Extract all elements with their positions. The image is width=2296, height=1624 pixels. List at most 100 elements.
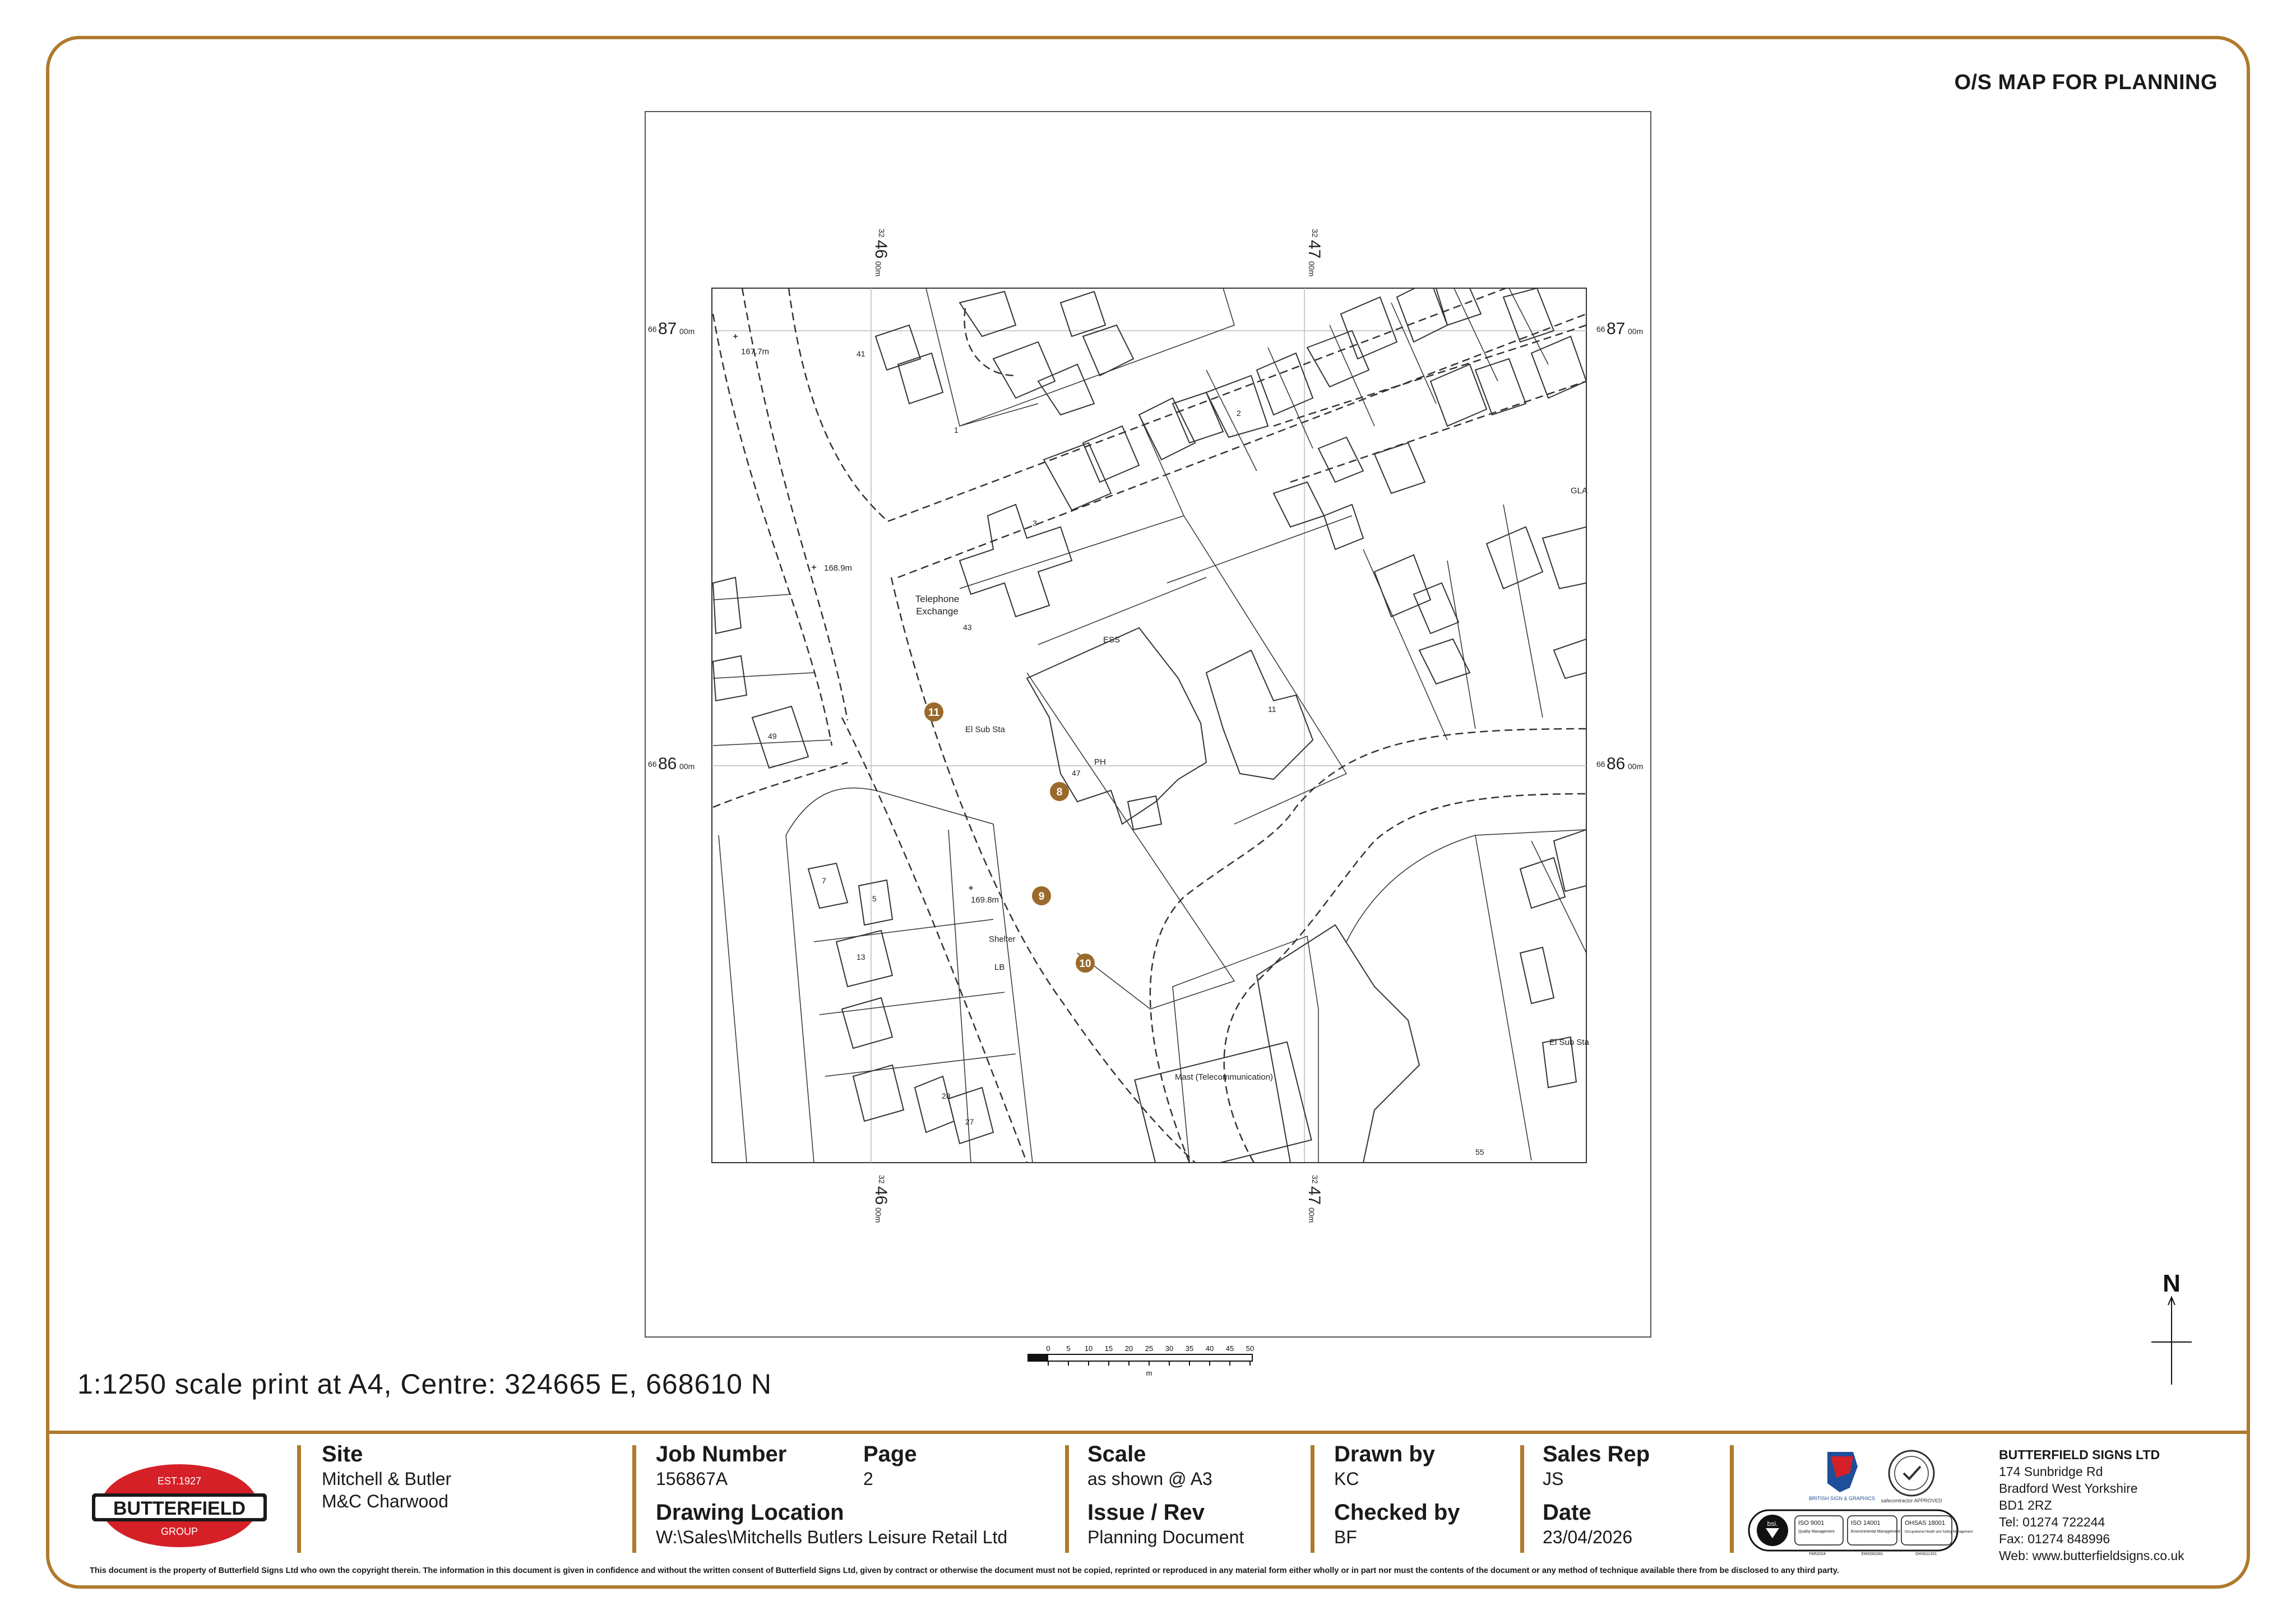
site-line2: M&C Charwood: [322, 1491, 448, 1511]
scale-tick-15: 15: [1105, 1344, 1113, 1353]
label-el-sub-sta-1: El Sub Sta: [965, 725, 1006, 734]
label-lb: LB: [994, 963, 1004, 972]
safecontractor-logo: safecontractor APPROVED: [1881, 1450, 1942, 1503]
salesrep-block: Sales Rep JS: [1543, 1441, 1650, 1490]
label-spot-height-2: 168.9m: [824, 563, 852, 573]
scale-tick-5: 5: [1066, 1344, 1070, 1353]
svg-text:9: 9: [1039, 891, 1045, 903]
page-value: 2: [863, 1469, 873, 1489]
issue-block: Issue / Rev Planning Document: [1087, 1499, 1244, 1548]
north-label: N: [2163, 1270, 2181, 1297]
scale-tick-45: 45: [1226, 1344, 1234, 1353]
scale-caption: 1:1250 scale print at A4, Centre: 324665…: [77, 1368, 772, 1400]
sales-rep-value: JS: [1543, 1469, 1564, 1489]
bsgd-logo: BRITISH SIGN & GRAPHICS: [1809, 1452, 1875, 1501]
scale-block: Scale as shown @ A3: [1087, 1441, 1212, 1490]
company-address-line1: 174 Sunbridge Rd: [1999, 1464, 2103, 1479]
grid-northing-top-right-prefix: 66: [1596, 325, 1605, 334]
scale-tick-10: 10: [1085, 1344, 1093, 1353]
label-house-41: 41: [857, 349, 865, 358]
checked-by-label: Checked by: [1334, 1500, 1460, 1525]
label-house-28: 28: [942, 1091, 951, 1100]
drawing-location-label: Drawing Location: [656, 1500, 844, 1525]
sign-marker-9[interactable]: 9: [1032, 886, 1051, 905]
scale-tick-30: 30: [1165, 1344, 1173, 1353]
logo-group: GROUP: [161, 1526, 198, 1537]
label-house-2: 2: [1237, 409, 1241, 418]
label-ph: PH: [1094, 757, 1106, 767]
scale-tick-35: 35: [1186, 1344, 1193, 1353]
company-address-block: BUTTERFIELD SIGNS LTD 174 Sunbridge Rd B…: [1999, 1446, 2184, 1564]
scale-bar: 0 5 10 15 20 25 30 35 40 45 50 m: [1027, 1344, 1254, 1377]
label-road-fragment: GLA: [1571, 486, 1587, 496]
grid-easting-left-bottom-major: 46: [872, 1186, 890, 1205]
certification-logos: BRITISH SIGN & GRAPHICS safecontractor A…: [1748, 1450, 1973, 1556]
grid-northing-top-left-prefix: 66: [648, 325, 657, 334]
company-fax: Fax: 01274 848996: [1999, 1532, 2110, 1546]
drawn-block: Drawn by KC: [1334, 1441, 1435, 1490]
drawn-by-label: Drawn by: [1334, 1442, 1436, 1466]
grid-northing-bottom-right-suffix: 00m: [1628, 762, 1643, 771]
date-label: Date: [1543, 1500, 1591, 1525]
scale-tick-20: 20: [1125, 1344, 1133, 1353]
drawn-by-value: KC: [1334, 1469, 1359, 1489]
label-house-49: 49: [768, 732, 777, 741]
label-house-55: 55: [1475, 1148, 1484, 1156]
site-line1: Mitchell & Butler: [322, 1469, 452, 1489]
bsi-mark: bsi.: [1767, 1520, 1778, 1528]
label-house-3: 3: [1033, 519, 1037, 528]
sign-marker-8[interactable]: 8: [1050, 782, 1069, 801]
label-house-7: 7: [822, 876, 826, 885]
checked-by-value: BF: [1334, 1527, 1357, 1547]
issue-label: Issue / Rev: [1087, 1500, 1205, 1525]
job-number-value: 156867A: [656, 1469, 728, 1489]
titleblock-separator-2: [632, 1445, 636, 1553]
label-house-11: 11: [1268, 705, 1276, 714]
date-value: 23/04/2026: [1543, 1527, 1633, 1547]
checked-block: Checked by BF: [1334, 1499, 1460, 1548]
svg-text:BRITISH SIGN & GRAPHICS: BRITISH SIGN & GRAPHICS: [1809, 1496, 1875, 1501]
site-label: Site: [322, 1442, 363, 1466]
label-spot-height-3: 169.8m: [971, 895, 999, 905]
svg-text:10: 10: [1079, 958, 1091, 970]
map-inner-border: [711, 288, 1587, 1163]
label-house-13: 13: [857, 952, 865, 961]
grid-easting-left-bottom-prefix: 32: [877, 1175, 886, 1184]
scale-tick-0: 0: [1046, 1344, 1050, 1353]
iso-14001-sub: Environmental Management: [1851, 1530, 1900, 1534]
titleblock-divider: [49, 1431, 2247, 1434]
drawing-location-value: W:\Sales\Mitchells Butlers Leisure Retai…: [656, 1527, 1008, 1547]
date-block: Date 23/04/2026: [1543, 1499, 1632, 1548]
grid-easting-right-top-prefix: 32: [1311, 229, 1320, 238]
iso-9001: ISO 9001: [1798, 1520, 1824, 1526]
cert-number-2: EMS560281: [1862, 1552, 1883, 1556]
label-ess: ESS: [1103, 635, 1120, 645]
grid-northing-top-left-major: 87: [658, 320, 677, 338]
site-block: Site Mitchell & Butler M&C Charwood: [322, 1441, 451, 1512]
label-house-27: 27: [965, 1117, 974, 1126]
svg-text:safecontractor APPROVED: safecontractor APPROVED: [1881, 1498, 1942, 1503]
scale-value: as shown @ A3: [1087, 1469, 1212, 1489]
label-spot-height-1: 167.7m: [741, 347, 769, 357]
drawing-location-block: Drawing Location W:\Sales\Mitchells Butl…: [656, 1499, 1007, 1548]
label-house-1: 1: [954, 425, 959, 434]
company-website[interactable]: Web: www.butterfieldsigns.co.uk: [1999, 1547, 2184, 1564]
sign-marker-10[interactable]: 10: [1076, 954, 1095, 973]
grid-northing-bottom-right-major: 86: [1607, 755, 1625, 773]
ohsas-18001-sub: Occupational Health and Safety Managemen…: [1905, 1530, 1973, 1534]
grid-easting-left-top-prefix: 32: [877, 229, 886, 238]
grid-easting-left-top-major: 46: [872, 240, 890, 258]
grid-easting-right-bottom-suffix: 00m: [1307, 1207, 1316, 1223]
label-house-47: 47: [1072, 769, 1081, 778]
label-house-43: 43: [963, 623, 972, 632]
grid-northing-bottom-right-prefix: 66: [1596, 760, 1605, 769]
label-house-5: 5: [872, 894, 877, 903]
grid-easting-left-top-suffix: 00m: [874, 261, 883, 276]
bsi-iso-badge: bsi. ISO 9001 Quality Management FM52024…: [1748, 1509, 1973, 1556]
scale-unit: m: [1146, 1369, 1152, 1377]
label-telephone-exchange-2: Exchange: [916, 606, 959, 617]
sign-marker-11[interactable]: 11: [924, 702, 943, 721]
grid-northing-top-right-suffix: 00m: [1628, 327, 1643, 336]
scale-tick-50: 50: [1246, 1344, 1254, 1353]
grid-easting-right-top-major: 47: [1305, 240, 1323, 258]
